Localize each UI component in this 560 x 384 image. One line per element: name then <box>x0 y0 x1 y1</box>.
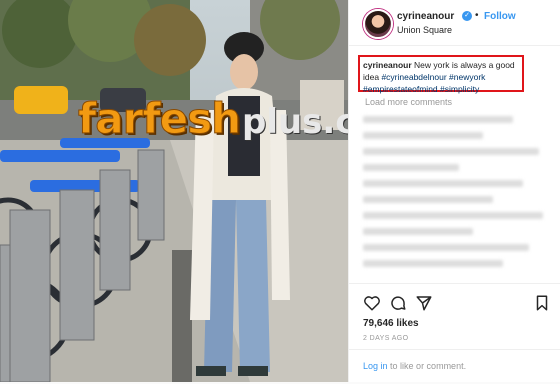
watermark-main: farfesh <box>78 94 242 144</box>
hashtag[interactable]: #newyork <box>449 72 485 82</box>
post-sidebar: cyrineanour ✓ • Follow Union Square cyri… <box>348 0 560 382</box>
blurred-line <box>363 164 459 171</box>
blurred-line <box>363 196 493 203</box>
follow-button[interactable]: Follow <box>484 11 516 22</box>
login-prompt: Log in to like or comment. <box>349 349 560 384</box>
header-separator: • <box>475 10 479 21</box>
bookmark-icon[interactable] <box>533 294 551 312</box>
blurred-line <box>363 180 523 187</box>
share-icon[interactable] <box>415 294 433 312</box>
post-timestamp: 2 DAYS AGO <box>363 335 409 342</box>
heart-icon[interactable] <box>363 294 381 312</box>
blurred-line <box>363 148 539 155</box>
login-text: Log in to like or comment. <box>363 361 466 371</box>
likes-count[interactable]: 79,646 likes <box>363 318 419 329</box>
login-link[interactable]: Log in <box>363 361 388 371</box>
blurred-line <box>363 212 543 219</box>
blurred-line <box>363 228 473 235</box>
verified-badge-icon: ✓ <box>462 11 472 21</box>
comment-icon[interactable] <box>389 294 407 312</box>
post-photo: farfeshplus.com <box>0 0 348 382</box>
location-link[interactable]: Union Square <box>397 25 452 35</box>
watermark-sub: plus.com <box>241 102 348 142</box>
hashtag[interactable]: #empirestateofmind <box>363 84 438 94</box>
blurred-line <box>363 132 483 139</box>
post-header: cyrineanour ✓ • Follow Union Square <box>349 0 560 46</box>
post-actions: 79,646 likes 2 DAYS AGO Log in to like o… <box>349 283 560 383</box>
caption: cyrineanour New york is always a good id… <box>358 55 524 94</box>
blurred-line <box>363 244 529 251</box>
caption-username[interactable]: cyrineanour <box>363 60 412 70</box>
blurred-comments <box>363 112 551 282</box>
watermark: farfeshplus.com <box>78 94 348 144</box>
username[interactable]: cyrineanour <box>397 11 454 22</box>
blurred-line <box>363 116 513 123</box>
hashtag[interactable]: #simplicity <box>440 84 479 94</box>
instagram-post: farfeshplus.com cyrineanour ✓ • Follow U… <box>0 0 560 382</box>
login-rest: to like or comment. <box>390 361 467 371</box>
blurred-line <box>363 260 503 267</box>
avatar[interactable] <box>363 9 393 39</box>
hashtag[interactable]: #cyrineabdelnour <box>381 72 446 82</box>
street-scene-illustration <box>0 0 348 382</box>
load-more-comments-button[interactable]: Load more comments <box>365 97 452 107</box>
